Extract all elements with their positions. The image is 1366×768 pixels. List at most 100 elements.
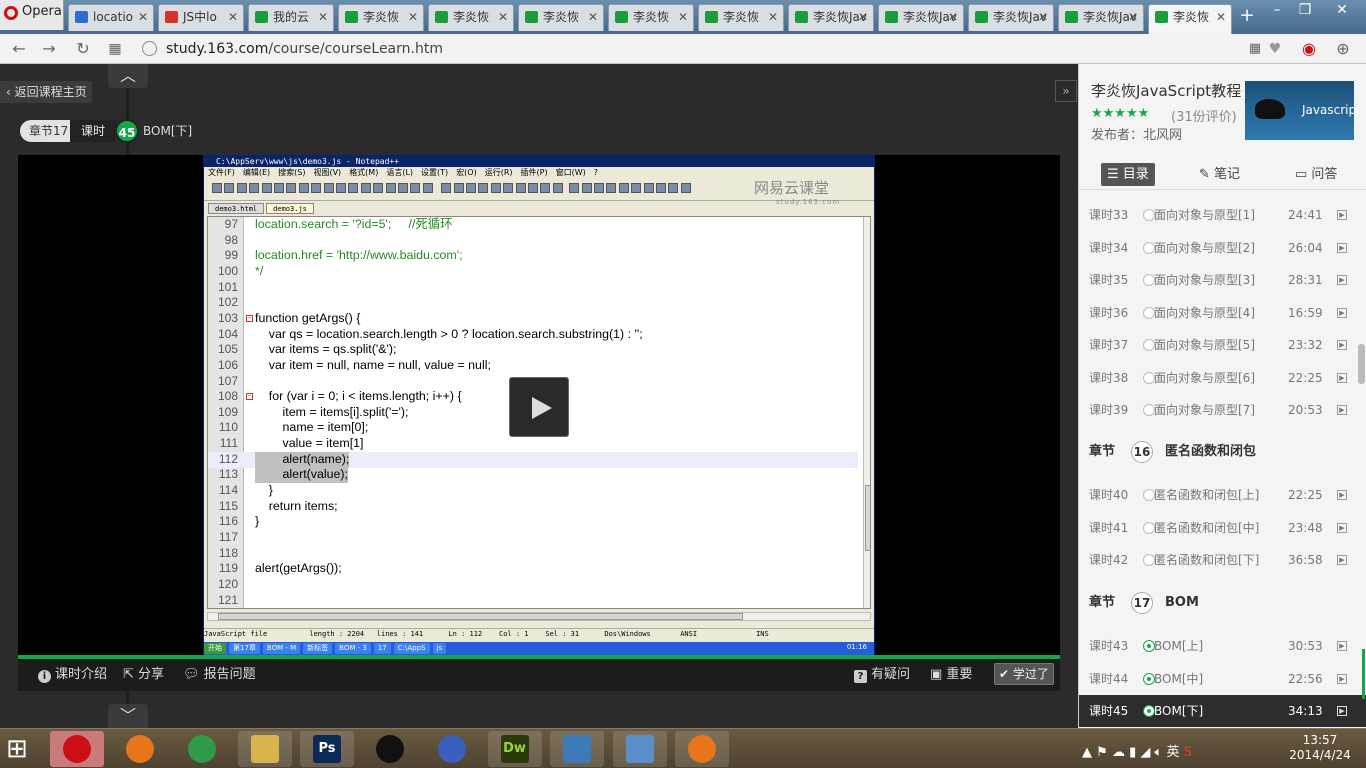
close-tab-icon[interactable]: ✕ [498, 5, 508, 29]
report-problem-button[interactable]: 💬︎ 报告问题 [183, 666, 256, 684]
url-field[interactable]: study.163.com/course/courseLearn.htm [140, 38, 1290, 60]
browser-tab[interactable]: 李炎恢Jav ✕ [1058, 4, 1144, 31]
dreamweaver-icon: Dw [500, 735, 529, 763]
browser-tab[interactable]: 李炎恢 ✕ [1148, 4, 1232, 34]
close-tab-icon[interactable]: ✕ [1216, 5, 1226, 29]
collapse-panel-button[interactable]: » [1055, 80, 1077, 102]
close-tab-icon[interactable]: ✕ [588, 5, 598, 29]
close-tab-icon[interactable]: ✕ [948, 5, 958, 29]
tiles-icon[interactable]: ▦ [1244, 39, 1266, 59]
tray-network-icon[interactable]: ☁ [1112, 745, 1129, 760]
previous-lesson-button[interactable]: ︿ [108, 64, 148, 88]
browser-tab[interactable]: 李炎恢 ✕ [518, 4, 604, 31]
browser-tab[interactable]: 李炎恢 ✕ [698, 4, 784, 31]
back-to-course-button[interactable]: ‹ 返回课程主页 [0, 81, 92, 103]
close-tab-icon[interactable]: ✕ [1128, 5, 1138, 29]
sidebar-scrollbar[interactable] [1358, 344, 1365, 384]
lesson-item[interactable]: 课时42 匿名函数和闭包[下] 36:58 ▶ [1079, 544, 1366, 576]
clock[interactable]: 13:57 2014/4/24 [1288, 733, 1352, 763]
taskbar-app-qq[interactable] [363, 731, 417, 767]
share-button[interactable]: ⇱ 分享 [123, 666, 164, 684]
lesson-item[interactable]: 课时36 面向对象与原型[4] 16:59 ▶ [1079, 297, 1366, 329]
course-cover[interactable]: Javascript [1245, 81, 1361, 140]
lesson-item[interactable]: 课时40 匿名函数和闭包[上] 22:25 ▶ [1079, 479, 1366, 511]
browser-tab[interactable]: 李炎恢Jav ✕ [878, 4, 964, 31]
tab-catalog[interactable]: ☰ 目录 [1101, 163, 1155, 186]
lesson-item[interactable]: 课时43 BOM[上] 30:53 ▶ [1079, 630, 1366, 662]
learned-button[interactable]: ✔ 学过了 [994, 663, 1054, 685]
tray-signal-icon[interactable]: ▮ [1129, 745, 1140, 760]
tray-wifi-icon[interactable]: ◢ [1140, 745, 1154, 760]
forward-button[interactable]: → [38, 39, 60, 59]
taskbar-app-photos[interactable] [550, 731, 604, 767]
lesson-item[interactable]: 课时37 面向对象与原型[5] 23:32 ▶ [1079, 329, 1366, 361]
question-button[interactable]: ? 有疑问 [854, 666, 910, 684]
tray-volume-icon[interactable]: 🔈︎ [1155, 745, 1167, 760]
opera-menu-button[interactable]: Opera [0, 0, 64, 30]
close-tab-icon[interactable]: ✕ [768, 5, 778, 29]
taskbar-app-explorer[interactable] [237, 731, 292, 767]
tab-notes[interactable]: ✎ 笔记 [1199, 160, 1240, 190]
weibo-icon [165, 11, 178, 23]
explorer-icon [250, 735, 279, 763]
lesson-item[interactable]: 课时39 面向对象与原型[7] 20:53 ▶ [1079, 394, 1366, 426]
windows-start-button[interactable]: ⊞ [6, 735, 40, 765]
taskbar-app-infinity[interactable] [425, 731, 479, 767]
browser-tab[interactable]: 我的云 ✕ [248, 4, 334, 31]
taskbar-app-notepad[interactable] [612, 731, 667, 767]
rating-count[interactable]: (31份评价) [1171, 106, 1237, 125]
lesson-item[interactable]: 课时38 面向对象与原型[6] 22:25 ▶ [1079, 362, 1366, 394]
close-tab-icon[interactable]: ✕ [1038, 5, 1048, 29]
maximize-button[interactable]: ❐ [1290, 0, 1320, 22]
chapter-number: 16 [1131, 441, 1153, 463]
browser-tab[interactable]: 李炎恢Jav ✕ [788, 4, 874, 31]
lesson-item[interactable]: 课时35 面向对象与原型[3] 28:31 ▶ [1079, 264, 1366, 296]
taskbar-app-opera[interactable] [50, 731, 104, 767]
browser-tab[interactable]: JS中lo ✕ [158, 4, 244, 31]
opera-extension-icon[interactable]: ◉ [1298, 39, 1320, 59]
taskbar-app-firefox[interactable] [113, 731, 167, 767]
speed-dial-icon[interactable]: ▦ [104, 39, 126, 59]
lesson-item[interactable]: 课时45 BOM[下] 34:13 ▶ [1079, 695, 1366, 727]
close-tab-icon[interactable]: ✕ [138, 5, 148, 29]
browser-tab[interactable]: 李炎恢Jav ✕ [968, 4, 1054, 31]
lesson-item[interactable]: 课时33 面向对象与原型[1] 24:41 ▶ [1079, 199, 1366, 231]
heart-icon[interactable]: ♥ [1264, 39, 1286, 59]
code-line: 117 [208, 530, 858, 546]
taskbar-app-photoshop[interactable]: Ps [300, 731, 354, 767]
next-lesson-button[interactable]: ﹀ [108, 704, 148, 728]
new-tab-button[interactable]: + [1236, 6, 1258, 28]
lesson-item[interactable]: 课时41 匿名函数和闭包[中] 23:48 ▶ [1079, 512, 1366, 544]
lesson-intro-button[interactable]: i 课时介绍 [38, 666, 107, 684]
back-button[interactable]: ← [8, 39, 30, 59]
tray-flag-icon[interactable]: ⚑ [1096, 745, 1112, 760]
close-window-button[interactable]: ✕ [1322, 0, 1362, 22]
minimize-button[interactable]: – [1262, 0, 1292, 22]
close-tab-icon[interactable]: ✕ [318, 5, 328, 29]
browser-tab[interactable]: locatio ✕ [68, 4, 154, 31]
lesson-title-label: 面向对象与原型[5] [1154, 338, 1255, 352]
taskbar-app-firefox[interactable] [675, 731, 729, 767]
tray-sogou-icon[interactable]: S [1179, 745, 1192, 760]
play-button[interactable] [509, 377, 569, 437]
close-tab-icon[interactable]: ✕ [678, 5, 688, 29]
browser-tab[interactable]: 李炎恢 ✕ [338, 4, 424, 31]
lesson-item[interactable]: 课时34 面向对象与原型[2] 26:04 ▶ [1079, 232, 1366, 264]
tray-arrow-icon[interactable]: ▲ [1082, 745, 1096, 760]
reload-button[interactable]: ↻ [72, 39, 94, 59]
close-tab-icon[interactable]: ✕ [228, 5, 238, 29]
browser-tab[interactable]: 李炎恢 ✕ [608, 4, 694, 31]
close-tab-icon[interactable]: ✕ [408, 5, 418, 29]
download-icon[interactable]: ⊕ [1332, 39, 1354, 59]
video-play-icon: ▶ [1337, 275, 1347, 285]
close-tab-icon[interactable]: ✕ [858, 5, 868, 29]
taskbar-app-dreamweaver[interactable]: Dw [487, 731, 542, 767]
browser-tab[interactable]: 李炎恢 ✕ [428, 4, 514, 31]
lesson-title-label: 匿名函数和闭包[上] [1154, 488, 1260, 502]
ime-indicator[interactable]: 英 [1166, 745, 1179, 760]
tab-qa[interactable]: ▭ 问答 [1295, 160, 1337, 190]
taskbar-app-chrome[interactable] [175, 731, 229, 767]
lesson-item[interactable]: 课时44 BOM[中] 22:56 ▶ [1079, 663, 1366, 695]
important-button[interactable]: ▣ 重要 [930, 666, 972, 684]
course-title[interactable]: 李炎恢JavaScript教程 ... [1091, 80, 1241, 101]
